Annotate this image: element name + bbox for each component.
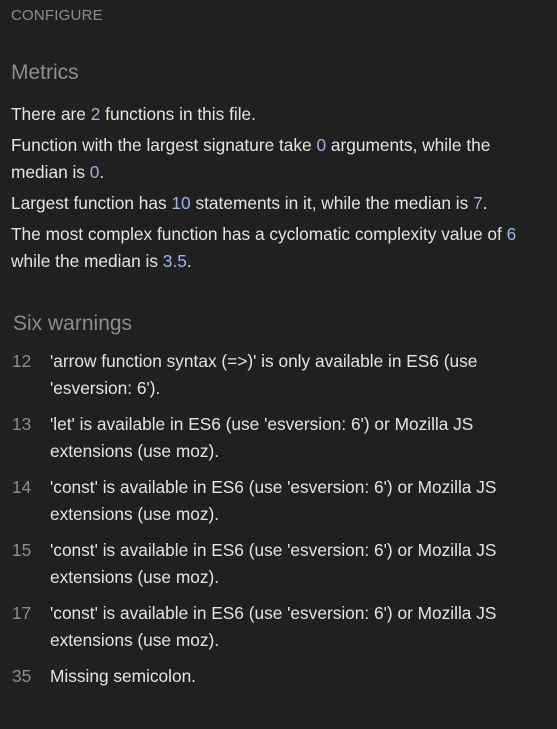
warnings-heading: Six warnings (13, 312, 133, 335)
metric-value: 0 (89, 162, 100, 182)
metric-value: 2 (90, 104, 101, 124)
warning-message: 'const' is available in ES6 (use 'esvers… (50, 477, 497, 524)
metric-text: while the median is (11, 251, 163, 271)
metrics-heading: Metrics (11, 61, 79, 84)
metric-text: . (482, 193, 488, 213)
metric-text: The most complex function has a cyclomat… (11, 224, 507, 244)
metric-text: There are (11, 104, 91, 124)
metric-value: 7 (473, 193, 483, 213)
warning-item[interactable]: 12 'arrow function syntax (=>)' is only … (12, 348, 542, 402)
warning-message: 'const' is available in ES6 (use 'esvers… (50, 603, 497, 650)
metric-value: 3.5 (162, 251, 187, 271)
warning-item[interactable]: 17 'const' is available in ES6 (use 'esv… (12, 600, 542, 654)
metric-value: 10 (171, 193, 191, 213)
warning-message: Missing semicolon. (50, 666, 196, 686)
metric-text: Largest function has (11, 193, 172, 213)
warning-line-number[interactable]: 13 (12, 411, 50, 465)
warning-line-number[interactable]: 17 (12, 600, 50, 654)
metric-value: 0 (316, 135, 327, 155)
metric-complexity: The most complex function has a cyclomat… (11, 221, 546, 275)
warning-line-number[interactable]: 35 (12, 663, 50, 690)
metric-text: . (186, 251, 192, 271)
warning-message: 'arrow function syntax (=>)' is only ava… (50, 351, 478, 398)
warnings-list: 12 'arrow function syntax (=>)' is only … (12, 348, 542, 699)
metric-signature: Function with the largest signature take… (11, 132, 546, 186)
metric-text: statements in it, while the median is (190, 193, 474, 213)
metric-value: 6 (506, 224, 517, 244)
warning-message: 'let' is available in ES6 (use 'esversio… (50, 414, 474, 461)
warning-line-number[interactable]: 12 (12, 348, 50, 402)
metric-functions-count: There are 2 functions in this file. (11, 101, 546, 128)
warning-message: 'const' is available in ES6 (use 'esvers… (50, 540, 497, 587)
configure-link[interactable]: CONFIGURE (11, 7, 103, 24)
warning-line-number[interactable]: 14 (12, 474, 50, 528)
metric-statements: Largest function has 10 statements in it… (11, 190, 546, 217)
metric-text: Function with the largest signature take (11, 135, 317, 155)
warning-item[interactable]: 15 'const' is available in ES6 (use 'esv… (12, 537, 542, 591)
warning-line-number[interactable]: 15 (12, 537, 50, 591)
metrics-panel: There are 2 functions in this file. Func… (11, 101, 546, 279)
warning-item[interactable]: 13 'let' is available in ES6 (use 'esver… (12, 411, 542, 465)
warning-item[interactable]: 35 Missing semicolon. (12, 663, 542, 690)
metric-text: functions in this file. (100, 104, 256, 124)
metric-text: . (99, 162, 105, 182)
warning-item[interactable]: 14 'const' is available in ES6 (use 'esv… (12, 474, 542, 528)
